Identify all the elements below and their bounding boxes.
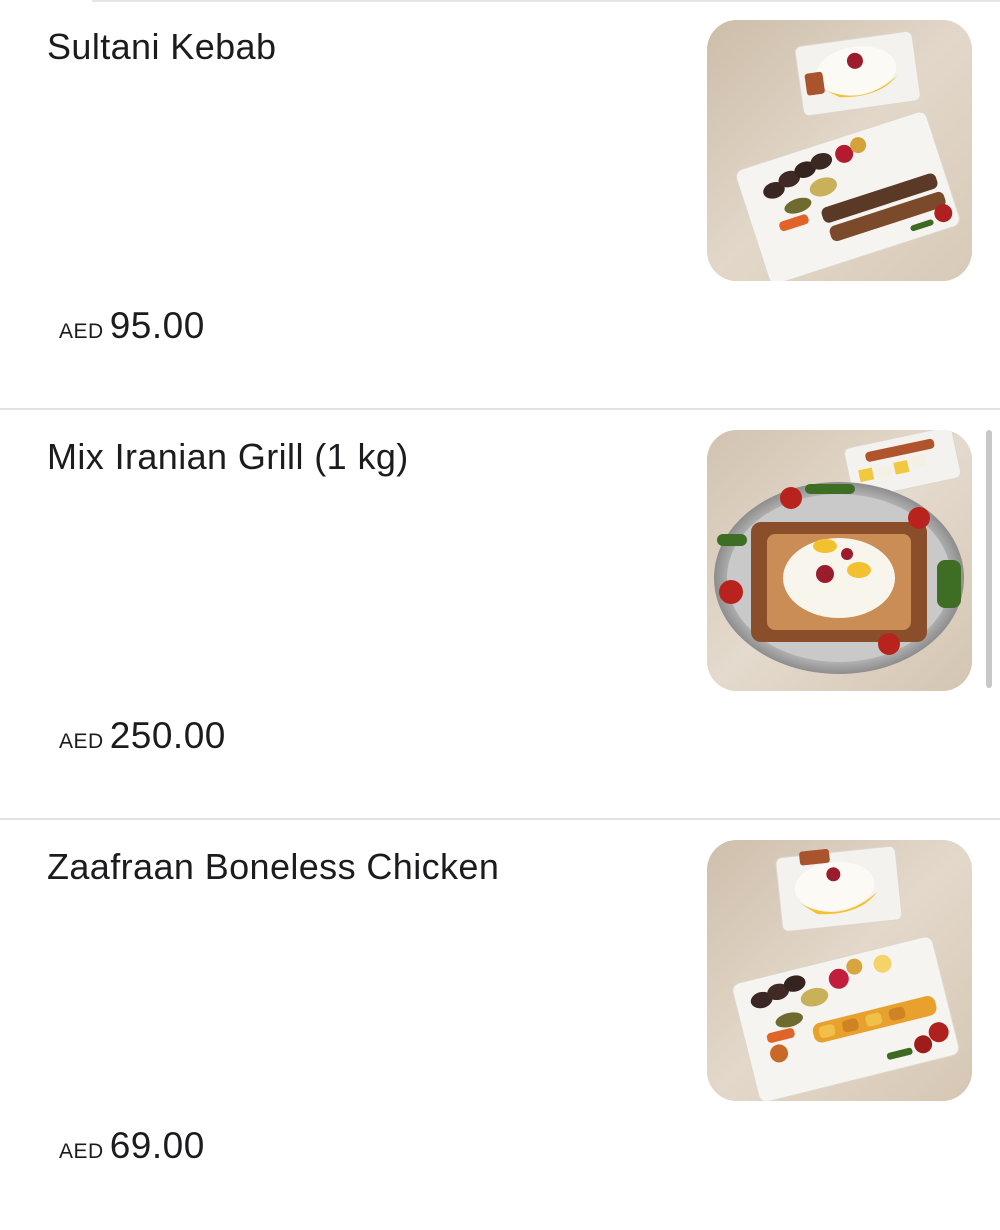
- menu-item-name: Sultani Kebab: [47, 26, 277, 67]
- price-amount: 69.00: [109, 1125, 205, 1166]
- chicken-kebab-platter-image[interactable]: [707, 840, 972, 1101]
- scrollbar[interactable]: [986, 430, 992, 688]
- price-amount: 95.00: [109, 305, 205, 346]
- kebab-platter-image[interactable]: [707, 20, 972, 281]
- menu-item-price: AED 69.00: [59, 1125, 205, 1167]
- mixed-grill-platter-image[interactable]: [707, 430, 972, 691]
- price-currency: AED: [59, 730, 104, 753]
- menu-item-name: Zaafraan Boneless Chicken: [47, 846, 500, 887]
- price-amount: 250.00: [109, 715, 226, 756]
- menu-item-price: AED 250.00: [59, 715, 226, 757]
- price-currency: AED: [59, 320, 104, 343]
- menu-item-name: Mix Iranian Grill (1 kg): [47, 436, 409, 477]
- menu-item[interactable]: Sultani Kebab AED 95.00: [0, 0, 1000, 410]
- menu-item[interactable]: Zaafraan Boneless Chicken AED 69.00: [0, 820, 1000, 1230]
- menu-item[interactable]: Mix Iranian Grill (1 kg) AED 250.00: [0, 410, 1000, 820]
- menu-item-price: AED 95.00: [59, 305, 205, 347]
- price-currency: AED: [59, 1140, 104, 1163]
- menu-item-list: Sultani Kebab AED 95.00 Mix Iranian Gril…: [0, 0, 1000, 1230]
